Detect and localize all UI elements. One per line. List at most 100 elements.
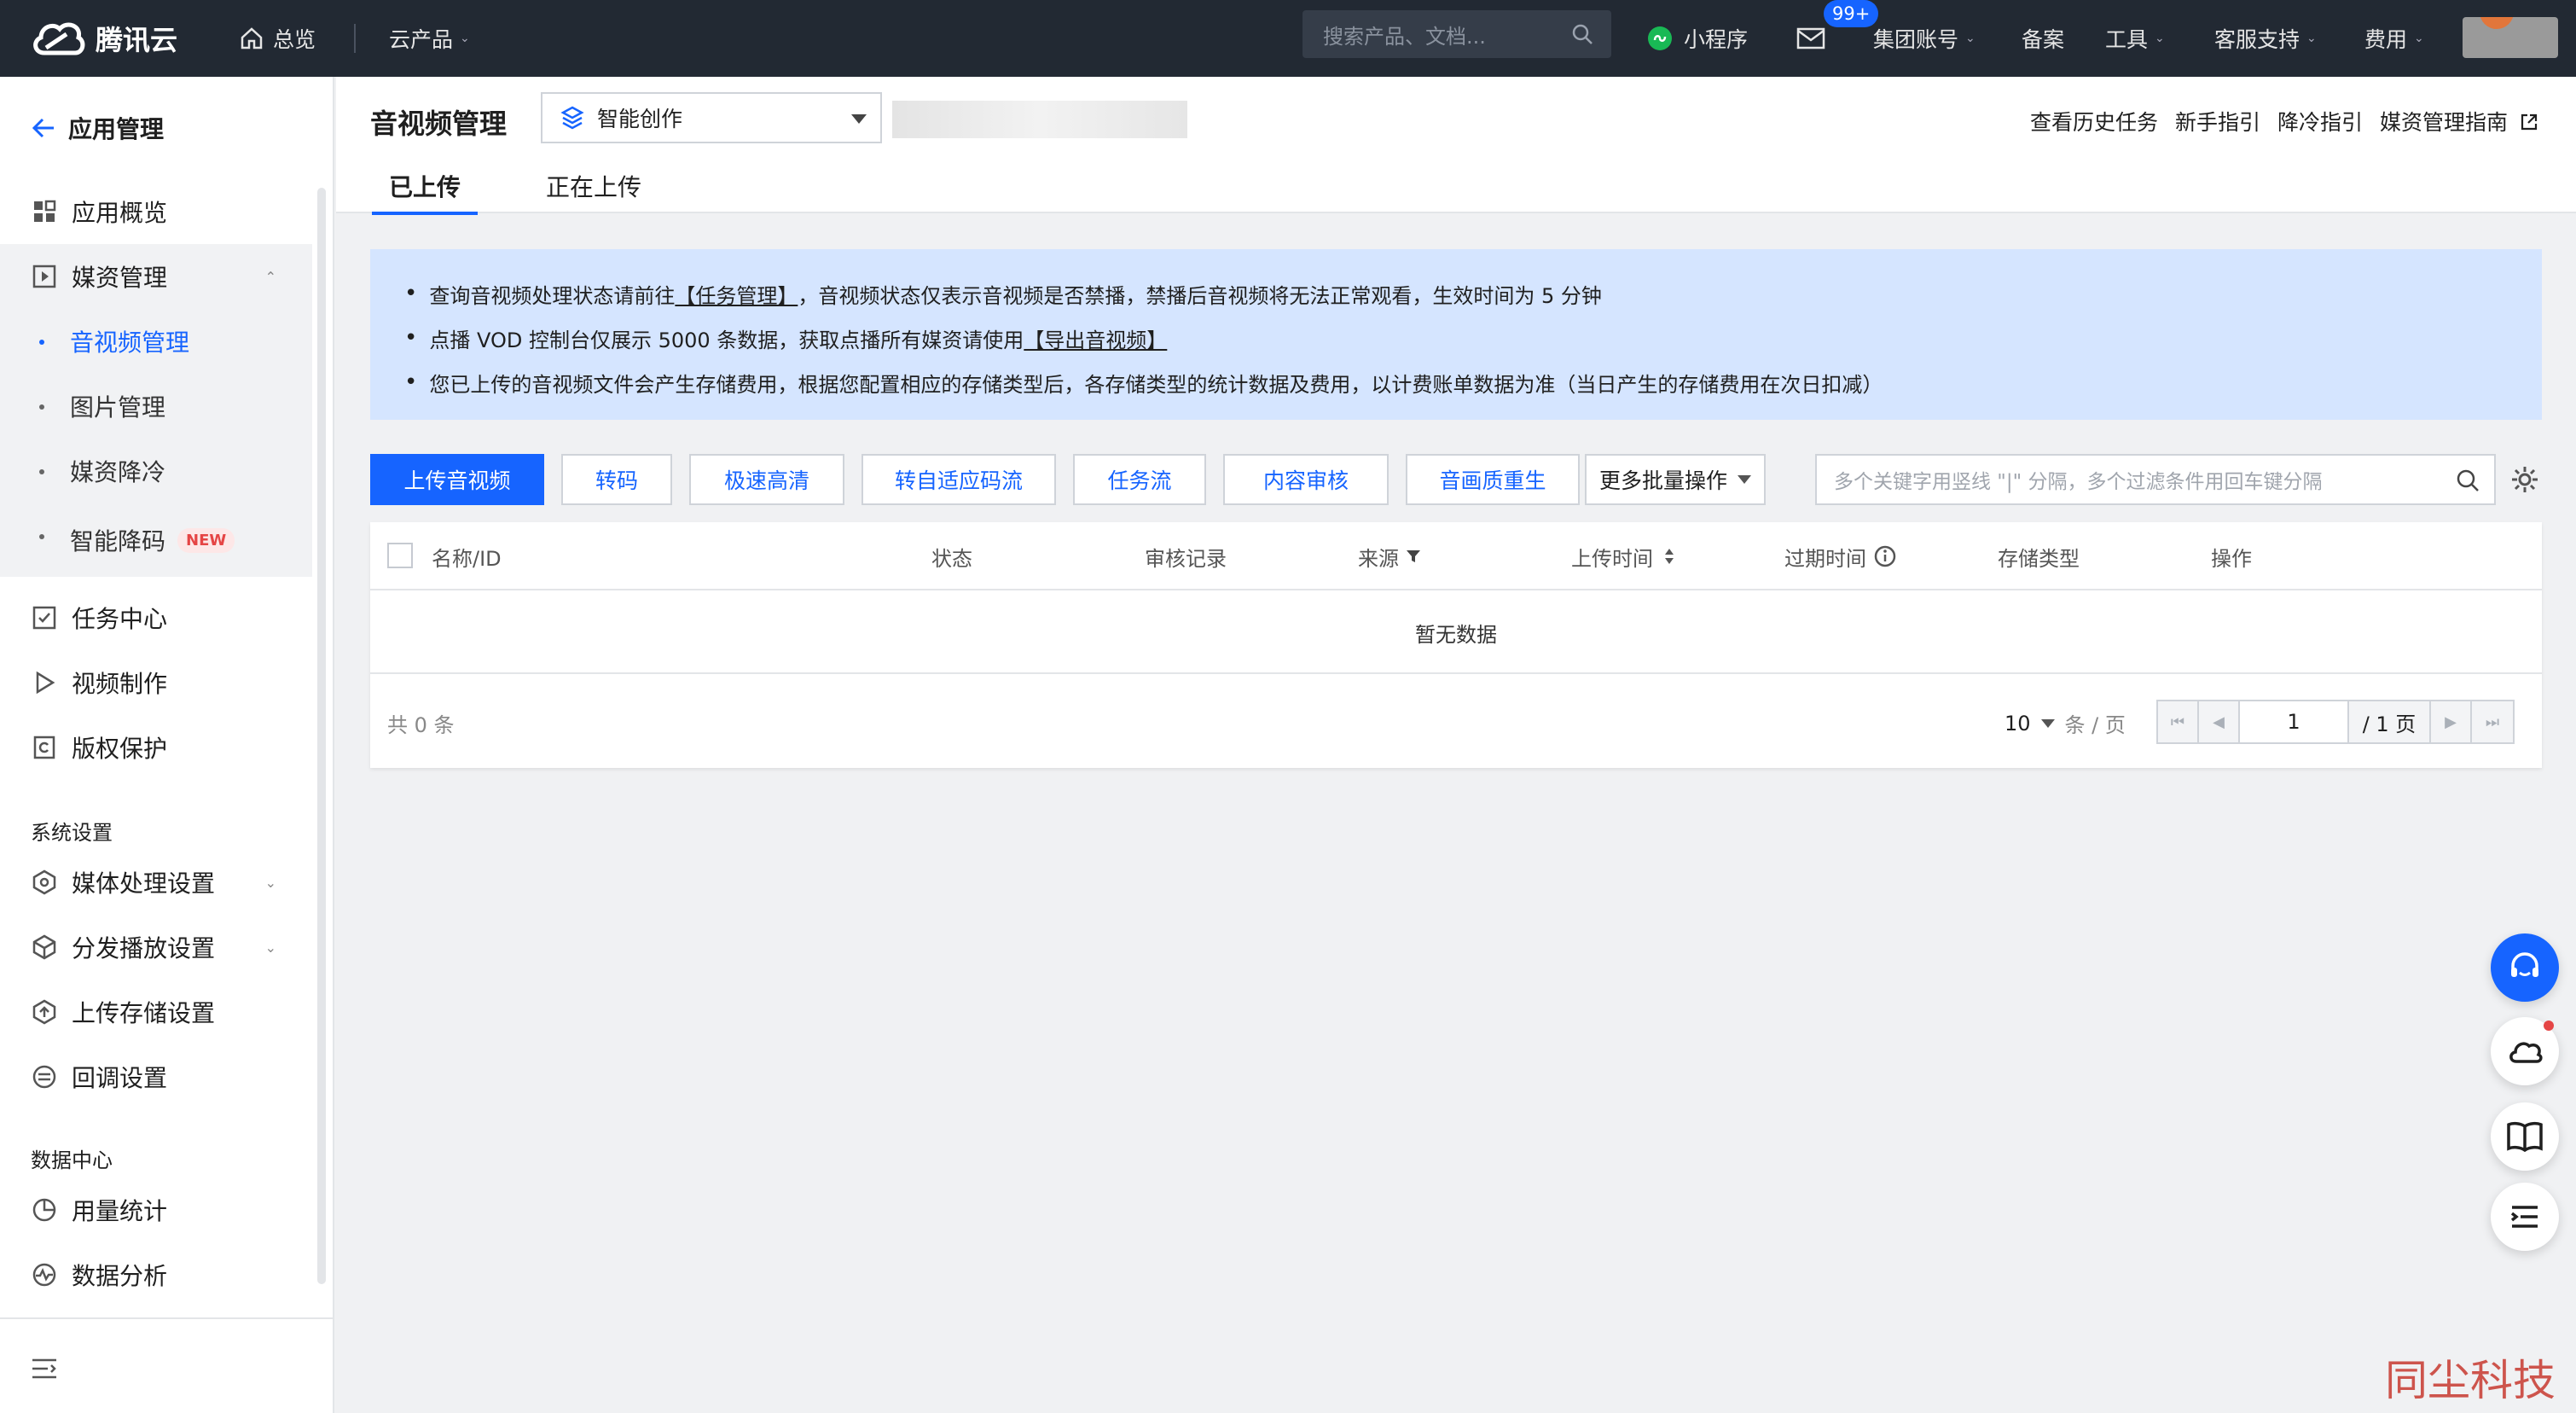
more-batch-dropdown[interactable]: 更多批量操作 [1585, 454, 1766, 505]
export-av-link[interactable]: 【导出音视频】 [1024, 323, 1167, 353]
sidebar-item-copyright[interactable]: 版权保护 [0, 715, 312, 780]
brand-name: 腾讯云 [96, 24, 178, 56]
nav-group-account-label: 集团账号 [1873, 27, 1959, 52]
more-batch-label: 更多批量操作 [1598, 468, 1727, 493]
notice-line: 点播 VOD 控制台仅展示 5000 条数据，获取点播所有媒资请使用【导出音视频… [404, 316, 2508, 360]
menu-button[interactable] [2491, 1183, 2559, 1251]
task-management-link[interactable]: 【任务管理】 [675, 279, 798, 309]
divider [354, 24, 356, 53]
sidebar-item-media-management[interactable]: 媒资管理 ⌃ [0, 244, 312, 309]
page-size-select[interactable]: 10 条 / 页 [2005, 708, 2126, 738]
sidebar-group-system: 系统设置 [31, 821, 113, 845]
sidebar-item-data-analysis[interactable]: 数据分析 [0, 1242, 312, 1307]
nav-filing[interactable]: 备案 [2022, 0, 2064, 77]
search-icon[interactable] [2455, 468, 2480, 493]
pulse-icon [31, 1261, 58, 1288]
checklist-icon [31, 604, 58, 631]
miniprogram-icon [1648, 26, 1672, 50]
app-select-value: 智能创作 [597, 107, 683, 131]
sidebar-item-callback[interactable]: 回调设置 [0, 1044, 312, 1109]
docs-button[interactable] [2491, 1102, 2559, 1171]
notice-line: 查询音视频处理状态请前往【任务管理】，音视频状态仅表示音视频是否禁播，禁播后音视… [404, 271, 2508, 316]
nav-overview[interactable]: 总览 [239, 0, 316, 77]
page-number-input[interactable]: 1 [2240, 701, 2349, 742]
customer-service-button[interactable] [2491, 933, 2559, 1002]
sidebar-item-av-management[interactable]: 音视频管理 [0, 309, 312, 374]
sidebar-item-app-overview[interactable]: 应用概览 [0, 179, 312, 244]
sidebar-item-video-production[interactable]: 视频制作 [0, 650, 312, 715]
total-pages: / 1 页 [2349, 701, 2431, 742]
sidebar-item-upload-storage[interactable]: 上传存储设置 [0, 980, 312, 1044]
link-cooldown-guide[interactable]: 降冷指引 [2277, 106, 2363, 137]
content-review-button[interactable]: 内容审核 [1223, 454, 1389, 505]
sidebar-back-header[interactable]: 应用管理 [31, 111, 164, 145]
sidebar-item-smart-bitrate[interactable]: 智能降码 NEW [0, 503, 312, 577]
tencent-cloud-logo[interactable]: 腾讯云 [29, 12, 177, 65]
nav-miniprogram[interactable]: 小程序 [1646, 0, 1748, 77]
remaster-button[interactable]: 音画质重生 [1406, 454, 1580, 505]
transcode-button[interactable]: 转码 [561, 454, 672, 505]
nav-tools-label: 工具 [2105, 27, 2149, 52]
link-media-guide[interactable]: 媒资管理指南 [2380, 106, 2538, 137]
gear-icon[interactable] [2509, 464, 2540, 495]
column-review: 审核记录 [1145, 546, 1227, 571]
upload-av-button[interactable]: 上传音视频 [370, 454, 544, 505]
nav-support[interactable]: 客服支持 ⌄ [2214, 0, 2317, 77]
taskflow-button[interactable]: 任务流 [1073, 454, 1206, 505]
pagination-bar: 共 0 条 10 条 / 页 ⏮ ◀ 1 / 1 页 ▶ ⏭ [370, 676, 2542, 768]
copyright-icon [31, 734, 58, 761]
watermark-text: 同尘科技 [2385, 1356, 2556, 1405]
next-page-icon[interactable]: ▶ [2431, 701, 2472, 742]
last-page-icon[interactable]: ⏭ [2472, 701, 2513, 742]
arrow-left-icon [32, 118, 54, 138]
chevron-down-icon: ⌄ [2306, 32, 2317, 45]
filter-input[interactable]: 多个关键字用竖线 "|" 分隔，多个过滤条件用回车键分隔 [1815, 454, 2496, 505]
sidebar-item-image-management[interactable]: 图片管理 [0, 374, 312, 439]
chevron-down-icon: ⌄ [2155, 32, 2165, 45]
search-icon[interactable] [1570, 22, 1594, 46]
cloud-assistant-button[interactable] [2491, 1017, 2559, 1085]
column-upload-time[interactable]: 上传时间 [1571, 522, 1675, 590]
nav-group-account[interactable]: 集团账号 ⌄ [1873, 0, 1976, 77]
tab-uploading[interactable]: 正在上传 [529, 169, 659, 215]
sidebar-scrollbar[interactable] [317, 188, 326, 1284]
user-avatar[interactable] [2463, 17, 2558, 58]
select-all-checkbox[interactable] [387, 543, 413, 568]
nav-products[interactable]: 云产品 ⌄ [389, 0, 470, 77]
cloud-icon [2509, 1042, 2543, 1063]
sidebar-item-label: 智能降码 [70, 527, 166, 555]
adaptive-stream-button[interactable]: 转自适应码流 [862, 454, 1056, 505]
link-history-tasks[interactable]: 查看历史任务 [2030, 106, 2158, 137]
nav-billing[interactable]: 费用 ⌄ [2364, 0, 2424, 77]
link-beginner-guide[interactable]: 新手指引 [2175, 106, 2260, 137]
top-navbar: 腾讯云 总览 云产品 ⌄ 搜索产品、文档... 小程序 99+ 集团账号 ⌄ 备案 … [0, 0, 2576, 77]
filter-icon[interactable] [1406, 549, 1421, 564]
header-links: 查看历史任务 新手指引 降冷指引 媒资管理指南 [2030, 106, 2538, 137]
callback-icon [31, 1063, 58, 1090]
mail-button[interactable] [1796, 0, 1825, 77]
caret-down-icon [1738, 475, 1751, 484]
sidebar-item-label: 媒资管理 [72, 264, 168, 292]
sort-icon[interactable] [1663, 547, 1675, 566]
fast-hd-button[interactable]: 极速高清 [689, 454, 844, 505]
divider [0, 1317, 333, 1319]
first-page-icon[interactable]: ⏮ [2158, 701, 2199, 742]
sidebar-item-label: 媒资降冷 [70, 458, 166, 486]
tab-uploaded[interactable]: 已上传 [372, 169, 479, 215]
app-select[interactable]: 智能创作 [541, 92, 882, 143]
sidebar-item-label: 上传存储设置 [72, 999, 216, 1027]
nav-tools[interactable]: 工具 ⌄ [2105, 0, 2165, 77]
filter-placeholder: 多个关键字用竖线 "|" 分隔，多个过滤条件用回车键分隔 [1834, 471, 2323, 493]
sidebar-item-media-cooldown[interactable]: 媒资降冷 [0, 439, 312, 503]
cog-box-icon [31, 869, 58, 896]
sidebar-item-task-center[interactable]: 任务中心 [0, 585, 312, 650]
sidebar-item-distribution[interactable]: 分发播放设置 ⌄ [0, 915, 312, 980]
collapse-menu-icon[interactable] [31, 1357, 58, 1384]
global-search-input[interactable]: 搜索产品、文档... [1303, 10, 1611, 58]
chevron-down-icon: ⌄ [264, 939, 276, 956]
column-source[interactable]: 来源 [1358, 522, 1421, 590]
sidebar-item-usage-stats[interactable]: 用量统计 [0, 1178, 312, 1242]
sidebar-item-media-processing[interactable]: 媒体处理设置 ⌄ [0, 850, 312, 915]
info-icon[interactable] [1873, 544, 1897, 568]
prev-page-icon[interactable]: ◀ [2199, 701, 2240, 742]
